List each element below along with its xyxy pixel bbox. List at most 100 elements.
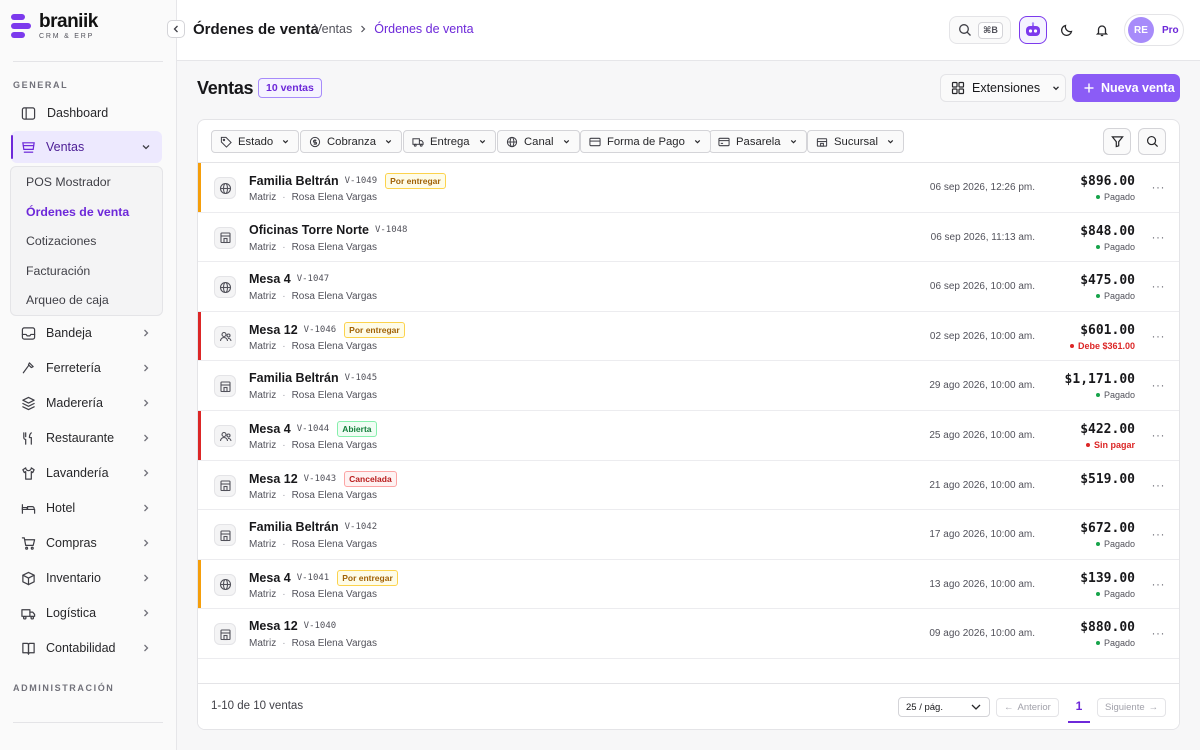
sidebar-item-lavanderia[interactable]: Lavandería xyxy=(11,457,162,489)
sidebar-item-inventario[interactable]: Inventario xyxy=(11,562,162,594)
bed-icon xyxy=(20,500,36,516)
table-row[interactable]: Mesa 12 V-1046 Por entregar Matriz · Rosa Ele… xyxy=(198,311,1179,362)
submenu-item-arqueo[interactable]: Arqueo de caja xyxy=(26,293,109,307)
sidebar-item-madereria[interactable]: Maderería xyxy=(11,387,162,419)
more-options-icon[interactable]: ··· xyxy=(1152,329,1166,343)
more-options-icon[interactable]: ··· xyxy=(1152,626,1166,640)
customer-name[interactable]: Mesa 4 xyxy=(249,571,291,585)
more-options-icon[interactable]: ··· xyxy=(1152,428,1166,442)
seller: Rosa Elena Vargas xyxy=(291,638,377,650)
table-row[interactable]: Mesa 4 V-1044 Abierta Matriz · Rosa Elena Var… xyxy=(198,411,1179,461)
status-dot xyxy=(1095,542,1100,547)
filter-forma-de-pago[interactable]: Forma de Pago xyxy=(580,130,711,153)
payment-status: Pagado xyxy=(1095,638,1135,648)
sale-amount: $139.00 xyxy=(1080,570,1135,586)
sale-folio: V-1044 xyxy=(296,424,330,434)
sale-date: 29 ago 2026, 10:00 am. xyxy=(929,380,1035,392)
table-row[interactable]: Mesa 12 V-1040 Matriz · Rosa Elena Vargas 09 … xyxy=(198,609,1179,659)
sidebar-item-restaurante[interactable]: Restaurante xyxy=(11,422,162,454)
more-options-icon[interactable]: ··· xyxy=(1152,478,1166,492)
more-options-icon[interactable]: ··· xyxy=(1152,180,1166,194)
customer-name[interactable]: Oficinas Torre Norte xyxy=(249,223,369,237)
search-button[interactable]: ⌘B xyxy=(949,16,1011,44)
customer-name[interactable]: Familia Beltrán xyxy=(249,371,339,385)
filter-entrega[interactable]: Entrega xyxy=(403,130,496,153)
customer-name[interactable]: Mesa 12 xyxy=(249,323,298,337)
table-row[interactable]: Familia Beltrán V-1042 Matriz · Rosa Elena V… xyxy=(198,510,1179,560)
table-row[interactable]: Oficinas Torre Norte V-1048 Matriz · Rosa El… xyxy=(198,213,1179,263)
sidebar-item-label: Maderería xyxy=(46,396,103,410)
brand-logo[interactable]: braniik CRM & ERP xyxy=(11,12,98,40)
brand-mark-icon xyxy=(11,14,31,38)
table-row[interactable]: Familia Beltrán V-1045 Matriz · Rosa Elena V… xyxy=(198,361,1179,411)
submenu-item-pos[interactable]: POS Mostrador xyxy=(26,175,111,189)
sale-folio: V-1046 xyxy=(303,324,337,335)
sidebar-item-hotel[interactable]: Hotel xyxy=(11,492,162,524)
brand-subtitle: CRM & ERP xyxy=(39,33,95,40)
plus-icon xyxy=(1084,83,1094,93)
sidebar-item-ventas[interactable]: Ventas xyxy=(11,131,162,163)
sidebar-item-dashboard[interactable]: Dashboard xyxy=(11,97,162,129)
next-page-button[interactable]: Siguiente → xyxy=(1097,698,1167,717)
breadcrumb: Ventas Órdenes de venta xyxy=(314,22,474,36)
table-row[interactable]: Familia Beltrán V-1049 Por entregar Matriz ·… xyxy=(198,163,1179,213)
notifications-button[interactable] xyxy=(1088,16,1116,44)
table-row[interactable]: Mesa 4 V-1041 Por entregar Matriz · Rosa Elen… xyxy=(198,559,1179,610)
sale-folio: V-1043 xyxy=(303,473,337,484)
filter-button[interactable] xyxy=(1103,128,1131,155)
table-row[interactable]: Mesa 4 V-1047 Matriz · Rosa Elena Vargas 06 s… xyxy=(198,262,1179,312)
sidebar-item-contabilidad[interactable]: Contabilidad xyxy=(11,632,162,664)
customer-name[interactable]: Familia Beltrán xyxy=(249,520,339,534)
filter-pasarela[interactable]: Pasarela xyxy=(709,130,807,153)
filter-cobranza[interactable]: Cobranza xyxy=(300,130,402,153)
submenu-item-facturacion[interactable]: Facturación xyxy=(26,264,90,278)
channel-globe-icon xyxy=(214,177,236,199)
sale-folio: V-1047 xyxy=(296,274,330,285)
more-options-icon[interactable]: ··· xyxy=(1152,279,1166,293)
page-number-current[interactable]: 1 xyxy=(1068,691,1090,723)
more-options-icon[interactable]: ··· xyxy=(1152,230,1166,244)
filter-canal[interactable]: Canal xyxy=(497,130,580,153)
user-menu[interactable]: RE Pro xyxy=(1124,14,1184,46)
sidebar-item-ferreteria[interactable]: Ferretería xyxy=(11,352,162,384)
more-options-icon[interactable]: ··· xyxy=(1152,527,1166,541)
payment-status: Pagado xyxy=(1095,589,1135,599)
sidebar-item-logistica[interactable]: Logística xyxy=(11,597,162,629)
table-row[interactable]: Mesa 12 V-1043 Cancelada Matriz · Rosa Elena … xyxy=(198,461,1179,511)
new-sale-button[interactable]: Nueva venta xyxy=(1072,74,1180,102)
customer-name[interactable]: Mesa 4 xyxy=(249,272,291,286)
submenu-item-cotizaciones[interactable]: Cotizaciones xyxy=(26,234,96,248)
customer-name[interactable]: Mesa 12 xyxy=(249,472,298,486)
chevron-down-icon xyxy=(1053,86,1060,91)
sidebar-item-compras[interactable]: Compras xyxy=(11,527,162,559)
status-accent-bar xyxy=(198,411,201,460)
theme-toggle-button[interactable] xyxy=(1053,16,1081,44)
payment-label: Sin pagar xyxy=(1093,440,1135,450)
search-icon xyxy=(959,24,971,36)
breadcrumb-parent[interactable]: Ventas xyxy=(314,22,352,36)
filter-estado[interactable]: Estado xyxy=(211,130,300,153)
prev-page-button[interactable]: ← Anterior xyxy=(996,698,1059,717)
ai-assistant-button[interactable] xyxy=(1019,16,1047,44)
chevron-right-icon xyxy=(144,469,149,477)
filter-sucursal[interactable]: Sucursal xyxy=(807,130,904,153)
sale-date: 09 ago 2026, 10:00 am. xyxy=(929,628,1035,640)
dollar-icon xyxy=(309,136,321,147)
next-label: Siguiente xyxy=(1105,702,1145,713)
customer-name[interactable]: Familia Beltrán xyxy=(249,174,339,188)
more-options-icon[interactable]: ··· xyxy=(1152,577,1166,591)
customer-name[interactable]: Mesa 12 xyxy=(249,619,298,633)
customer-name[interactable]: Mesa 4 xyxy=(249,422,291,436)
per-page-select[interactable]: 25 / pág. xyxy=(898,697,990,717)
sidebar-item-bandeja[interactable]: Bandeja xyxy=(11,317,162,349)
sale-amount: $672.00 xyxy=(1080,521,1135,537)
table-search-button[interactable] xyxy=(1138,128,1166,155)
page-title: Órdenes de venta xyxy=(193,21,319,38)
collapse-sidebar-button[interactable] xyxy=(167,20,185,38)
sale-date: 13 ago 2026, 10:00 am. xyxy=(929,578,1035,590)
cart-icon xyxy=(20,535,36,551)
more-options-icon[interactable]: ··· xyxy=(1152,378,1166,392)
submenu-item-ordenes[interactable]: Órdenes de venta xyxy=(26,205,129,219)
extensions-button[interactable]: Extensiones xyxy=(940,74,1066,102)
separator: · xyxy=(282,390,286,402)
